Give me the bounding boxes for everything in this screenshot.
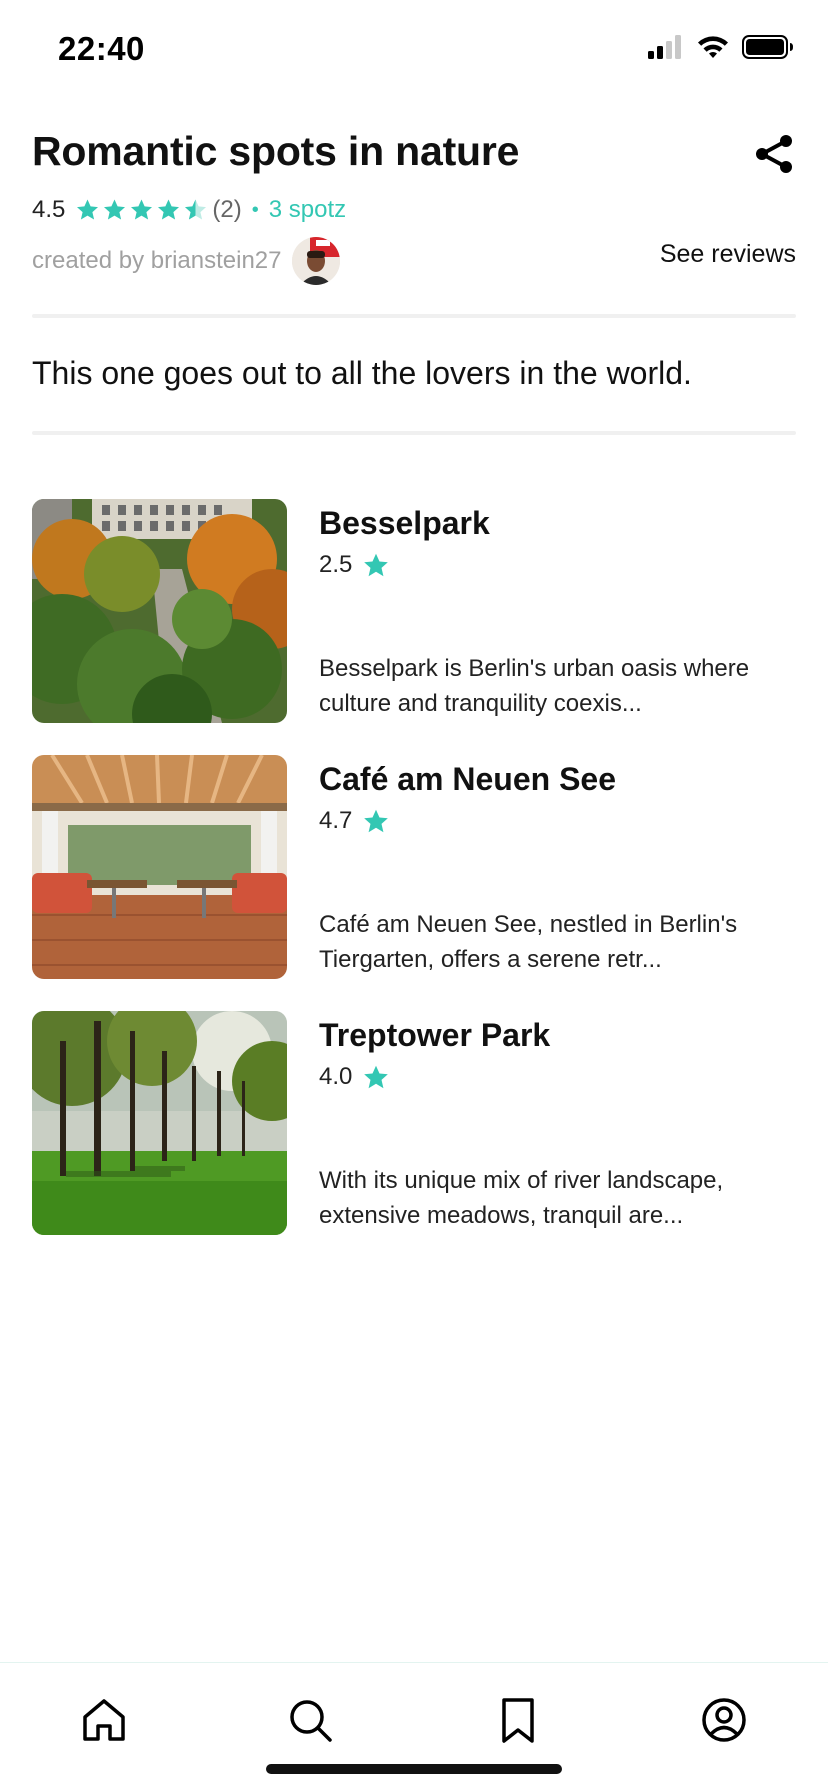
status-bar: 22:40 [0,0,828,100]
spot-rating: 4.7 [319,807,390,835]
spot-rating: 2.5 [319,551,390,579]
list-item[interactable]: Besselpark 2.5 Besselpark is Berlin's ur… [32,499,796,723]
list-review-count: (2) [212,196,242,223]
status-icons [648,34,794,60]
star-icon [364,809,389,832]
list-item[interactable]: Treptower Park 4.0 With its unique mix o… [32,1011,796,1235]
creator-text[interactable]: created by brianstein27 [32,247,282,275]
spot-rating: 4.0 [319,1063,390,1091]
share-icon[interactable] [752,132,796,176]
list-rating-row: 4.5 (2) • 3 spotz [32,195,346,225]
spot-rating-value: 4.0 [319,1063,353,1090]
separator-dot: • [251,198,259,221]
spot-rating-value: 2.5 [319,551,353,578]
half-star-icon [185,199,207,220]
list-rating-value: 4.5 [32,196,66,223]
search-icon[interactable] [285,1695,335,1745]
spot-name[interactable]: Café am Neuen See [319,761,616,798]
avatar[interactable] [291,237,340,285]
list-item[interactable]: Café am Neuen See 4.7 Café am Neuen See,… [32,755,796,979]
see-reviews-link[interactable]: See reviews [660,240,796,269]
creator-row[interactable]: created by brianstein27 [32,236,340,286]
list-description: This one goes out to all the lovers in t… [32,355,692,391]
star-icon [104,199,126,220]
star-icon [131,199,153,220]
page-title: Romantic spots in nature [32,128,520,174]
spot-image-cafe-am-neuen-see[interactable] [32,755,287,979]
battery-icon [742,35,793,59]
divider [32,314,796,318]
spot-name[interactable]: Treptower Park [319,1017,550,1054]
list-header: Romantic spots in nature 4.5 (2) • 3 spo… [32,128,796,285]
home-indicator [266,1764,562,1774]
spot-image-besselpark[interactable] [32,499,287,723]
star-icon [158,199,180,220]
list-rating-stars [75,198,208,222]
spot-name[interactable]: Besselpark [319,505,490,542]
wifi-icon [698,36,728,58]
spot-description: Besselpark is Berlin's urban oasis where… [319,655,750,717]
spotz-count[interactable]: 3 spotz [269,196,346,224]
profile-icon[interactable] [699,1695,749,1745]
spot-image-treptower-park[interactable] [32,1011,287,1235]
status-time: 22:40 [58,30,145,67]
home-icon[interactable] [79,1695,129,1745]
spot-description: With its unique mix of river landscape, … [319,1167,724,1229]
spot-description: Café am Neuen See, nestled in Berlin's T… [319,911,738,973]
star-icon [364,553,389,576]
divider [32,431,796,435]
bookmark-icon[interactable] [493,1695,543,1745]
cellular-signal-icon [648,35,681,59]
star-icon [364,1065,389,1088]
spot-rating-value: 4.7 [319,807,353,834]
star-icon [77,199,99,220]
